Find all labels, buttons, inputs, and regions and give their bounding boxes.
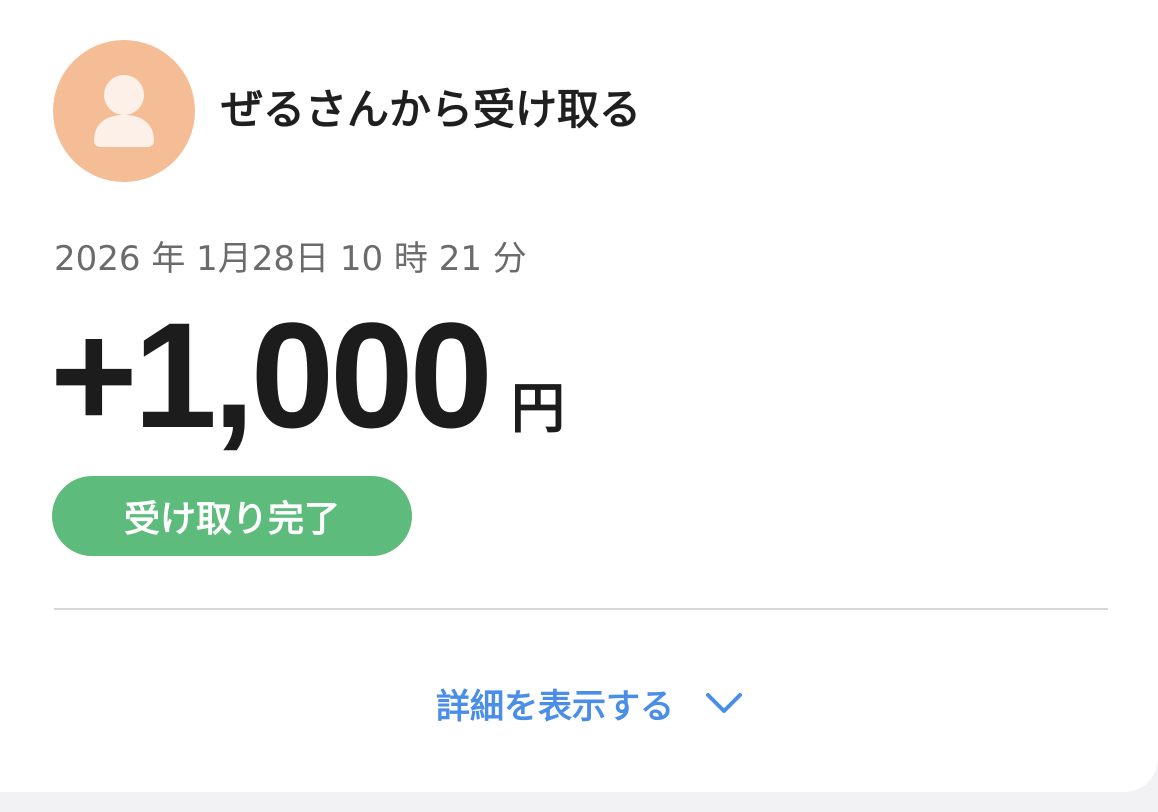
user-icon	[94, 75, 154, 147]
show-details-button[interactable]: 詳細を表示する	[0, 676, 1158, 730]
transaction-card: ぜるさんから受け取る 2026 年 1月28日 10 時 21 分 +1,000…	[0, 0, 1158, 792]
status-badge: 受け取り完了	[52, 476, 412, 556]
transaction-datetime: 2026 年 1月28日 10 時 21 分	[54, 239, 527, 279]
amount-value: +1,000	[50, 291, 493, 459]
transaction-title: ぜるさんから受け取る	[221, 85, 642, 134]
status-label: 受け取り完了	[123, 499, 340, 540]
avatar	[53, 40, 195, 182]
chevron-down-icon	[706, 693, 742, 713]
divider	[54, 608, 1108, 610]
currency-label: 円	[510, 377, 565, 440]
show-details-label: 詳細を表示する	[436, 686, 674, 727]
amount-row: +1,000 円	[50, 300, 565, 450]
